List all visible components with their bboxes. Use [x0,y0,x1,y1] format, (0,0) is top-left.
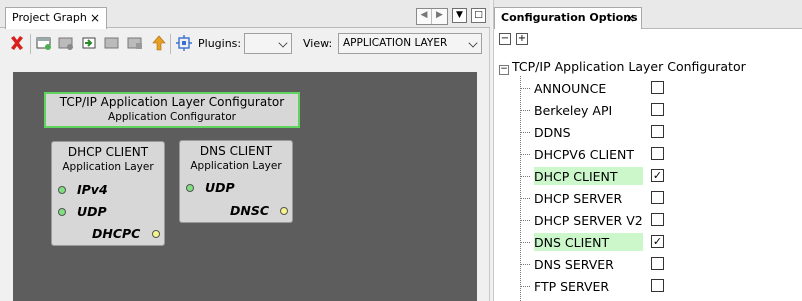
input-port-dot[interactable] [58,186,66,194]
tree-branch-line [520,132,530,133]
plugins-dropdown[interactable] [244,33,292,54]
expand-all-button[interactable]: + [516,33,528,45]
port-udp: UDP [77,204,107,219]
list-item[interactable]: DHCPV6 CLIENT [520,143,802,165]
list-item[interactable]: DHCP SERVER V2 [520,209,802,231]
view-value: APPLICATION LAYER [343,37,448,49]
group-component-icon[interactable] [104,35,120,51]
tree-root[interactable]: − TCP/IP Application Layer Configurator [499,59,746,75]
option-checkbox[interactable]: ✓ [651,169,664,182]
node-subtitle: Application Layer [190,160,282,172]
view-dropdown[interactable]: APPLICATION LAYER [338,33,482,54]
tree-branch-line [520,220,530,221]
close-icon[interactable]: × [90,11,100,25]
tab-title: Configuration Options [501,11,638,24]
port-ipv4: IPv4 [77,182,108,197]
tree-branch-line [520,154,530,155]
node-subtitle: Application Layer [62,161,154,173]
option-label: DHCP CLIENT [534,167,643,185]
output-port-dot[interactable] [280,207,288,215]
port-udp: UDP [205,180,235,195]
list-item[interactable]: DHCP SERVER [520,187,802,209]
option-label: Berkeley API [534,103,613,118]
input-port-dot[interactable] [58,208,66,216]
fit-view-icon[interactable] [176,35,192,51]
ungroup-component-icon[interactable] [127,35,143,51]
list-item[interactable]: DDNS [520,121,802,143]
toolbar-separator [30,34,31,54]
add-component-icon[interactable] [36,35,52,51]
prev-arrow-icon[interactable]: ◀ [417,9,432,24]
view-label: View: [303,37,333,50]
close-icon[interactable]: × [625,11,635,25]
dns-client-node[interactable]: DNS CLIENT Application Layer UDP DNSC [179,140,293,223]
tree-branch-line [520,286,530,287]
tree-collapse-icon[interactable]: − [499,65,509,75]
config-options-tabbar: Configuration Options × [494,0,802,29]
chevron-down-icon [468,38,478,48]
list-item[interactable]: Berkeley API [520,99,802,121]
option-label: DHCP SERVER [534,191,623,206]
configuration-options-panel: Configuration Options × − + − TCP/IP Appl… [493,0,802,301]
option-label: DDNS [534,125,571,140]
project-graph-tabbar: Project Graph × ◀ ▶ ▼ □ [0,0,490,29]
option-label: DNS SERVER [534,257,614,272]
tree-root-label: TCP/IP Application Layer Configurator [512,59,746,74]
toolbar-separator [170,34,171,54]
option-checkbox[interactable] [651,81,664,94]
port-dhcpc: DHCPC [92,226,141,241]
remove-component-icon[interactable] [58,35,74,51]
up-arrow-icon[interactable] [151,35,167,51]
input-port-dot[interactable] [186,184,194,192]
option-checkbox[interactable]: ✓ [651,235,664,248]
tree-branch-line [520,88,530,89]
restore-window-icon[interactable]: □ [471,8,486,23]
tab-title: Project Graph [12,11,87,24]
option-label: DHCP SERVER V2 [534,213,643,228]
insert-component-icon[interactable] [81,35,97,51]
option-checkbox[interactable] [651,279,664,292]
dhcp-client-node[interactable]: DHCP CLIENT Application Layer IPv4 UDP D… [51,141,165,246]
app-configurator-title: TCP/IP Application Layer Configurator [59,95,285,109]
option-checkbox[interactable] [651,191,664,204]
plugins-label: Plugins: [198,37,242,50]
app-configurator-node[interactable]: TCP/IP Application Layer Configurator Ap… [44,92,300,128]
collapse-all-button[interactable]: − [499,33,511,45]
option-checkbox[interactable] [651,125,664,138]
tab-configuration-options[interactable]: Configuration Options × [494,7,642,29]
tree-branch-line [520,176,530,177]
tree-branch-line [520,110,530,111]
tree-branch-line [520,242,530,243]
option-label: FTP SERVER [534,279,610,294]
list-item[interactable]: FTP SERVER [520,275,802,297]
list-item[interactable]: DNS CLIENT ✓ [520,231,802,253]
next-arrow-icon[interactable]: ▶ [432,9,447,24]
option-checkbox[interactable] [651,213,664,226]
window-controls: ◀ ▶ ▼ □ [416,8,486,25]
option-checkbox[interactable] [651,257,664,270]
option-checkbox[interactable] [651,147,664,160]
list-item[interactable]: ANNOUNCE [520,77,802,99]
node-title: DHCP CLIENT [67,145,149,159]
nav-arrows: ◀ ▶ [416,8,448,25]
output-port-dot[interactable] [152,230,160,238]
list-item[interactable]: DHCP CLIENT ✓ [520,165,802,187]
tree-branch-line [520,198,530,199]
option-label: DHCPV6 CLIENT [534,147,635,162]
option-label: DNS CLIENT [534,233,643,251]
port-dnsc: DNSC [230,203,270,218]
option-label: ANNOUNCE [534,81,607,96]
tab-project-graph[interactable]: Project Graph × [5,7,107,29]
project-graph-panel: Project Graph × ◀ ▶ ▼ □ Plugins: View: A… [0,0,490,301]
list-item[interactable]: DNS SERVER [520,253,802,275]
project-graph-toolbar: Plugins: View: APPLICATION LAYER [0,30,490,58]
tree-branch-line [520,264,530,265]
node-title: DNS CLIENT [199,144,273,158]
option-checkbox[interactable] [651,103,664,116]
chevron-down-icon [278,38,288,48]
delete-icon[interactable] [9,35,25,51]
app-configurator-subtitle: Application Configurator [108,111,236,123]
menu-dropdown-icon[interactable]: ▼ [452,8,467,23]
